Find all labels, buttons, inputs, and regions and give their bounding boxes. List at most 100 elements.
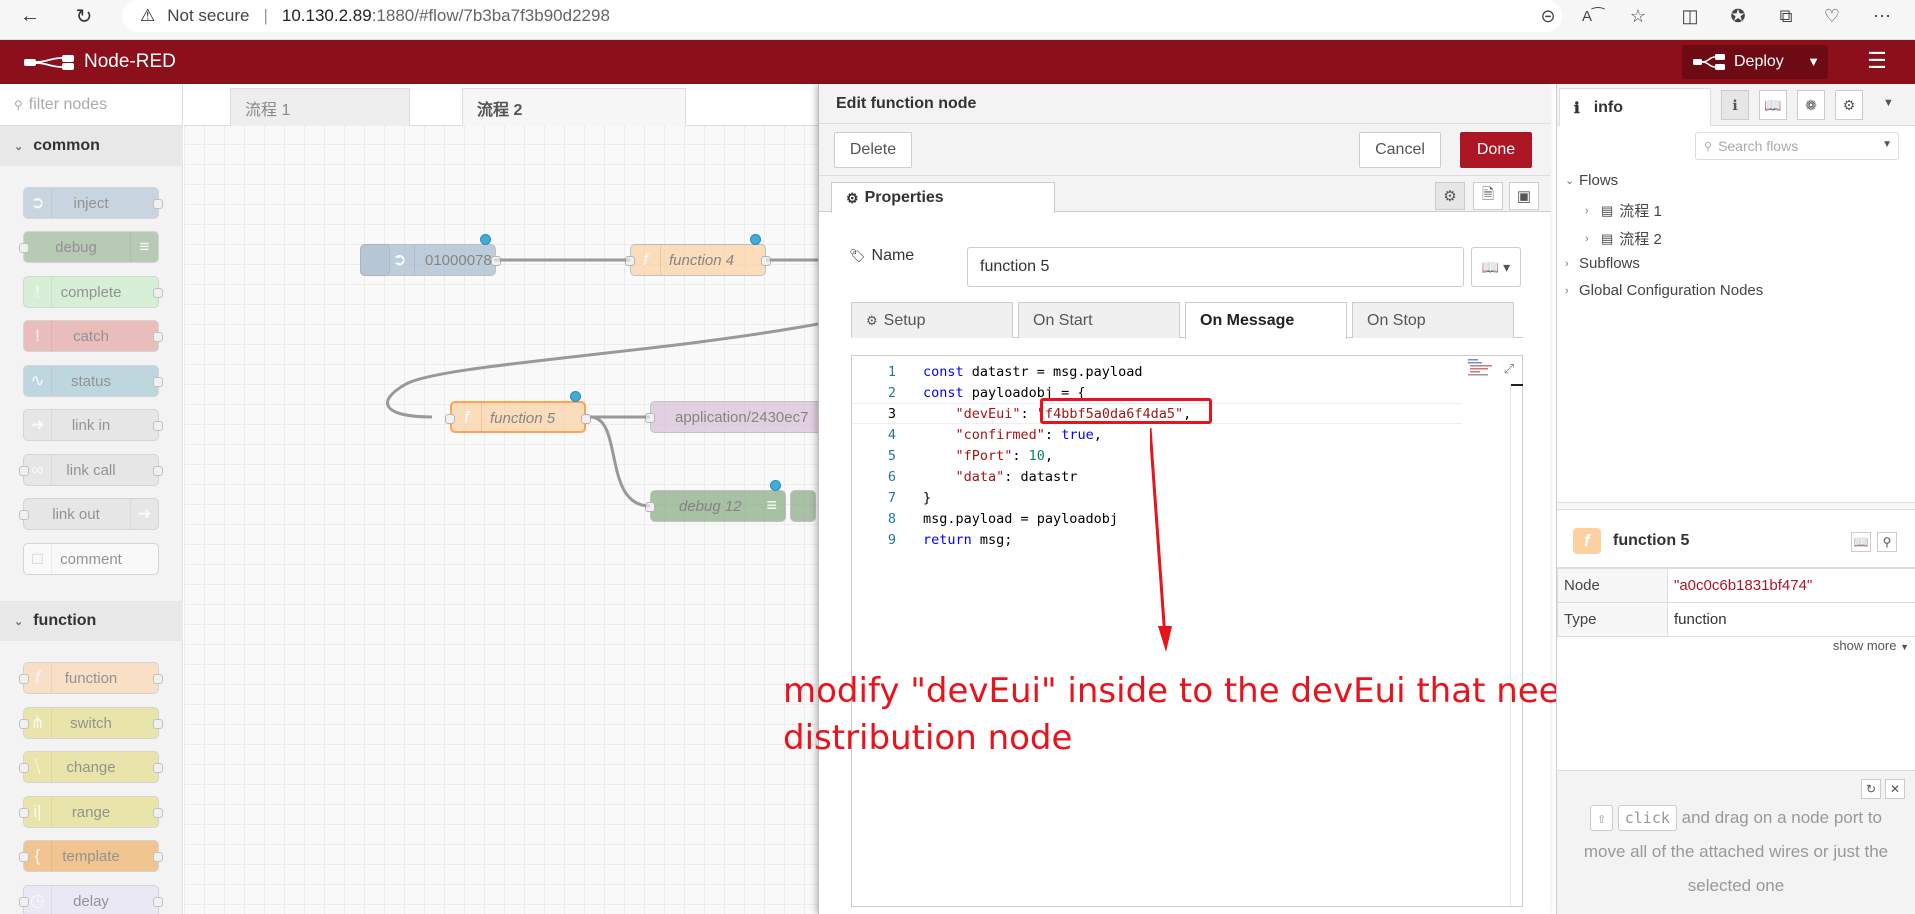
favorites-icon[interactable]: ✪	[1715, 0, 1761, 32]
palette-node-link-call[interactable]: ∞ link call	[19, 454, 163, 486]
palette-node-complete[interactable]: ! complete	[23, 276, 163, 308]
search-placeholder: Search flows	[1718, 138, 1799, 154]
node-label: complete	[60, 283, 122, 301]
palette-node-catch[interactable]: ! catch	[23, 320, 163, 352]
next-tip-button[interactable]: ↻	[1861, 779, 1881, 799]
flow-node-inject[interactable]: ➲ 01000078	[360, 244, 501, 276]
output-port[interactable]	[581, 414, 591, 424]
show-help-button[interactable]: 📖	[1851, 532, 1871, 552]
palette-node-inject[interactable]: ➲ inject	[23, 187, 163, 219]
code-string: "devEui"	[923, 405, 1021, 422]
close-tip-button[interactable]: ✕	[1885, 779, 1905, 799]
editor-scrollbar[interactable]	[1510, 384, 1523, 386]
table-row: Type function	[1557, 602, 1915, 637]
palette-search-input[interactable]: ⚲ filter nodes	[0, 84, 182, 126]
cancel-button[interactable]: Cancel	[1359, 132, 1441, 168]
tree-label: Flows	[1579, 172, 1619, 189]
click-key: click	[1617, 805, 1677, 831]
tab-info-icon[interactable]: ℹ	[1721, 90, 1749, 120]
sidebar-toggle-icon[interactable]: ▤	[1901, 0, 1915, 32]
tree-subflows[interactable]: › Subflows	[1565, 255, 1640, 272]
palette-node-link-in[interactable]: ➜ link in	[23, 409, 163, 441]
flow-node-function-5[interactable]: f function 5	[445, 401, 591, 433]
palette-category-function[interactable]: ⌄ function	[0, 601, 183, 641]
palette-node-function[interactable]: f function	[19, 662, 163, 694]
flow-node-mqtt-out[interactable]: application/2430ec7	[645, 401, 818, 433]
tab-on-start[interactable]: On Start	[1018, 302, 1180, 338]
tab-node-settings[interactable]: ⚙	[1435, 182, 1465, 210]
reveal-node-button[interactable]: ⚲	[1877, 532, 1897, 552]
inject-icon: ➲	[24, 188, 52, 218]
zoom-out-icon[interactable]: ⊝	[1525, 0, 1571, 32]
output-port[interactable]	[761, 256, 771, 266]
tab-setup[interactable]: ⚙ Setup	[851, 302, 1013, 338]
tab-description[interactable]: 🗎	[1473, 182, 1503, 210]
close-icon: ✕	[1889, 782, 1901, 796]
chevron-right-icon: ›	[1565, 257, 1569, 270]
chevron-down-icon[interactable]: ▼	[1882, 139, 1892, 150]
back-icon[interactable]: ←	[10, 0, 50, 32]
tree-global-config[interactable]: › Global Configuration Nodes	[1565, 282, 1763, 299]
flow-node-debug-12[interactable]: debug 12 ≡	[645, 490, 786, 522]
tab-on-message[interactable]: On Message	[1185, 302, 1347, 339]
expand-editor-icon[interactable]: ⤢	[1500, 360, 1518, 378]
debug-toggle-button[interactable]	[790, 490, 816, 522]
refresh-icon[interactable]: ↻	[64, 0, 104, 32]
show-more-link[interactable]: show more ▼	[1833, 638, 1909, 653]
tab-config[interactable]: ⚙	[1835, 90, 1863, 120]
function-icon: f	[1573, 527, 1601, 554]
node-label: link out	[52, 505, 100, 523]
tree-flow-2[interactable]: › ▤ 流程 2	[1585, 228, 1662, 249]
tab-appearance[interactable]: ▣	[1509, 182, 1539, 210]
tab-info[interactable]: ℹ info	[1559, 88, 1711, 126]
deploy-button[interactable]: Deploy ▼	[1682, 45, 1828, 79]
address-bar[interactable]: ⚠ Not secure | 10.130.2.89:1880/#flow/7b…	[122, 0, 1562, 32]
sidebar-tabs-dropdown-icon[interactable]: ▼	[1883, 97, 1894, 109]
read-aloud-icon[interactable]: A⁀	[1570, 0, 1616, 32]
flow-node-function-4[interactable]: f function 4	[625, 244, 771, 276]
palette-node-delay[interactable]: ◷ delay	[19, 885, 163, 914]
chevron-down-icon: ⌄	[14, 615, 24, 628]
deploy-caret-icon[interactable]: ▼	[1807, 54, 1820, 69]
palette-node-range[interactable]: i| range	[19, 796, 163, 828]
more-icon[interactable]: ⋯	[1859, 0, 1905, 32]
browser-essentials-icon[interactable]: ♡	[1809, 0, 1855, 32]
palette-category-common[interactable]: ⌄ common	[0, 126, 183, 166]
tab-properties[interactable]: ⚙ Properties	[831, 182, 1055, 213]
sidebar-splitter[interactable]	[1557, 502, 1915, 510]
url-path: :1880/#flow/7b3ba7f3b90d2298	[371, 6, 610, 25]
tree-flows[interactable]: ⌄ Flows	[1565, 172, 1618, 189]
tree-flow-1[interactable]: › ▤ 流程 1	[1585, 200, 1662, 221]
node-id-value[interactable]: "a0c0c6b1831bf474"	[1667, 568, 1915, 603]
input-port[interactable]	[645, 413, 655, 423]
search-flows-input[interactable]: ⚲ Search flows ▼	[1695, 132, 1899, 160]
palette-node-status[interactable]: ∿ status	[23, 365, 163, 397]
tray-title: Edit function node	[819, 84, 1550, 124]
main-menu-icon[interactable]: ☰	[1862, 48, 1892, 76]
gear-icon: ⚙	[1842, 96, 1856, 113]
palette-node-comment[interactable]: □ comment	[23, 543, 159, 575]
tab-debug[interactable]: ❁	[1797, 90, 1825, 120]
favorite-star-icon[interactable]: ☆	[1615, 0, 1661, 32]
delete-button[interactable]: Delete	[834, 132, 912, 168]
collections-icon[interactable]: ⧉	[1763, 0, 1809, 32]
palette-node-switch[interactable]: ⋔ switch	[19, 707, 163, 739]
code-text: :	[1044, 426, 1062, 443]
palette-node-change[interactable]: ⧹ change	[19, 751, 163, 783]
name-input[interactable]: function 5	[967, 247, 1464, 287]
selected-node-header: f function 5 📖 ⚲	[1557, 514, 1915, 568]
tree-label: 流程 1	[1619, 203, 1662, 220]
tab-on-stop[interactable]: On Stop	[1352, 302, 1514, 338]
flow-workspace[interactable]: 流程 1 流程 2 ➲ 01000078 f function 4 f func…	[184, 84, 818, 914]
split-screen-icon[interactable]: ◫	[1667, 0, 1713, 32]
palette-node-debug[interactable]: debug ≡	[19, 231, 159, 263]
input-port[interactable]	[645, 502, 655, 512]
node-icon-picker-button[interactable]: 📖 ▾	[1471, 247, 1521, 287]
browser-toolbar: ← ↻ ⚠ Not secure | 10.130.2.89:1880/#flo…	[0, 0, 1915, 40]
palette-node-link-out[interactable]: link out ➜	[19, 498, 159, 530]
done-button[interactable]: Done	[1460, 132, 1532, 168]
tab-help[interactable]: 📖	[1759, 90, 1787, 120]
output-port[interactable]	[491, 256, 501, 266]
code-string: "fPort"	[923, 447, 1013, 464]
palette-node-template[interactable]: {template	[19, 840, 163, 872]
